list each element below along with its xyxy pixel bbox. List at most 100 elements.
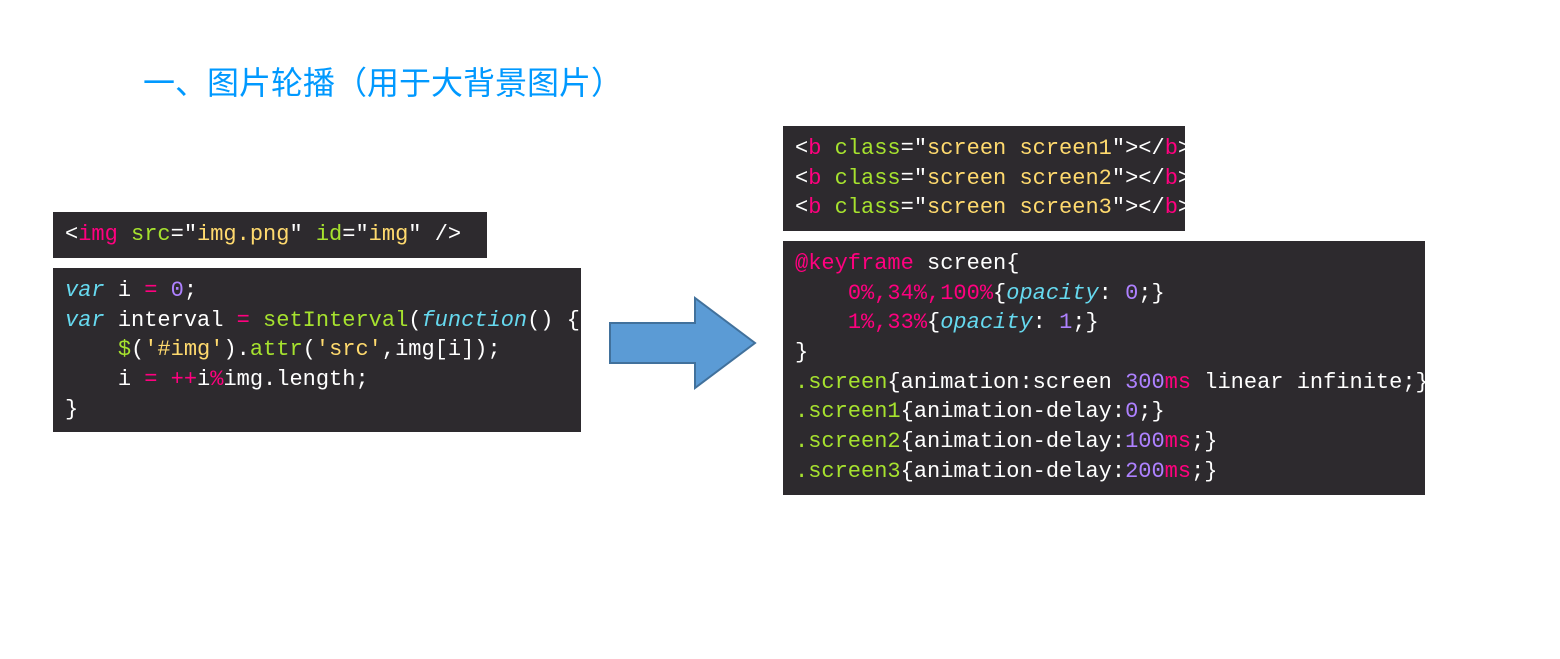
- punct: </: [1138, 166, 1164, 191]
- number: 0: [171, 278, 184, 303]
- punct: {: [887, 370, 900, 395]
- number: 1: [1059, 310, 1072, 335]
- attr-name: class: [835, 195, 901, 220]
- keyword: function: [421, 308, 527, 333]
- punct: </: [1138, 195, 1164, 220]
- tag-name: b: [808, 195, 821, 220]
- punct: ;: [184, 278, 197, 303]
- space: [157, 367, 170, 392]
- space: [421, 222, 434, 247]
- attr-name: src: [131, 222, 171, 247]
- attr-value: screen screen2: [927, 166, 1112, 191]
- punct: }: [1151, 399, 1164, 424]
- punct: {: [993, 281, 1006, 306]
- tag-name: b: [808, 166, 821, 191]
- punct: </: [1138, 136, 1164, 161]
- selector: .screen: [795, 370, 887, 395]
- quote: ": [408, 222, 421, 247]
- identifier: $: [118, 337, 131, 362]
- punct: }: [795, 340, 808, 365]
- code-block-html-img: <img src="img.png" id="img" />: [53, 212, 487, 258]
- identifier: interval: [118, 308, 224, 333]
- property: opacity: [940, 310, 1032, 335]
- selector: .screen1: [795, 399, 901, 424]
- quote: ": [355, 222, 368, 247]
- operator: ++: [171, 367, 197, 392]
- space: [105, 308, 118, 333]
- identifier: i: [118, 278, 131, 303]
- attr-name: id: [316, 222, 342, 247]
- attr-name: class: [835, 166, 901, 191]
- punct: <: [65, 222, 78, 247]
- identifier: i: [118, 367, 144, 392]
- punct: }: [1151, 281, 1164, 306]
- code: img.length;: [223, 367, 368, 392]
- space: [118, 222, 131, 247]
- keyword: var: [65, 308, 105, 333]
- indent: [65, 337, 118, 362]
- punct: =: [901, 195, 914, 220]
- quote: ": [1112, 195, 1125, 220]
- section-heading: 一、图片轮播（用于大背景图片）: [143, 58, 623, 104]
- quote: ": [914, 136, 927, 161]
- code: animation:screen: [901, 370, 1125, 395]
- attr-value: screen screen3: [927, 195, 1112, 220]
- punct: (: [131, 337, 144, 362]
- punct: =: [342, 222, 355, 247]
- number: 300: [1125, 370, 1165, 395]
- punct: <: [795, 136, 808, 161]
- code: screen{: [914, 251, 1020, 276]
- function-call: setInterval: [263, 308, 408, 333]
- quote: ": [184, 222, 197, 247]
- space: [223, 308, 236, 333]
- percent: 1%,33%: [848, 310, 927, 335]
- punct: ;: [1072, 310, 1085, 335]
- punct: ,: [382, 337, 395, 362]
- quote: ': [316, 337, 329, 362]
- punct: }: [1416, 370, 1429, 395]
- selector: .screen3: [795, 459, 901, 484]
- indent: [795, 310, 848, 335]
- quote: ": [914, 166, 927, 191]
- punct: >: [1178, 195, 1191, 220]
- attr-name: class: [835, 136, 901, 161]
- punct: (: [408, 308, 421, 333]
- tag-name: b: [808, 136, 821, 161]
- identifier: i: [197, 367, 210, 392]
- keyword: var: [65, 278, 105, 303]
- percent: 0%,34%,100%: [848, 281, 993, 306]
- punct: :: [1099, 281, 1125, 306]
- code: linear infinite;: [1191, 370, 1415, 395]
- code-block-js: var i = 0; var interval = setInterval(fu…: [53, 268, 581, 432]
- punct: >: [1125, 136, 1138, 161]
- arrow-right-icon: [600, 293, 760, 393]
- string: #img: [157, 337, 210, 362]
- operator: %: [210, 367, 223, 392]
- punct: >: [1178, 136, 1191, 161]
- code: animation-delay:: [914, 429, 1125, 454]
- space: [821, 195, 834, 220]
- punct: }: [65, 397, 78, 422]
- space: [821, 166, 834, 191]
- indent: [795, 281, 848, 306]
- property: opacity: [1006, 281, 1098, 306]
- punct: >: [1125, 195, 1138, 220]
- punct: }: [1204, 429, 1217, 454]
- quote: ": [1112, 136, 1125, 161]
- punct: {: [927, 310, 940, 335]
- operator: =: [144, 367, 157, 392]
- attr-value: screen screen1: [927, 136, 1112, 161]
- tag-name: b: [1165, 195, 1178, 220]
- quote: ': [144, 337, 157, 362]
- quote: ": [289, 222, 302, 247]
- number: 100: [1125, 429, 1165, 454]
- punct: {: [901, 459, 914, 484]
- code-block-html-b: <b class="screen screen1"></b> <b class=…: [783, 126, 1185, 231]
- unit: ms: [1165, 459, 1191, 484]
- space: [157, 278, 170, 303]
- space: [303, 222, 316, 247]
- quote: ": [914, 195, 927, 220]
- punct: <: [795, 195, 808, 220]
- string: src: [329, 337, 369, 362]
- unit: ms: [1165, 370, 1191, 395]
